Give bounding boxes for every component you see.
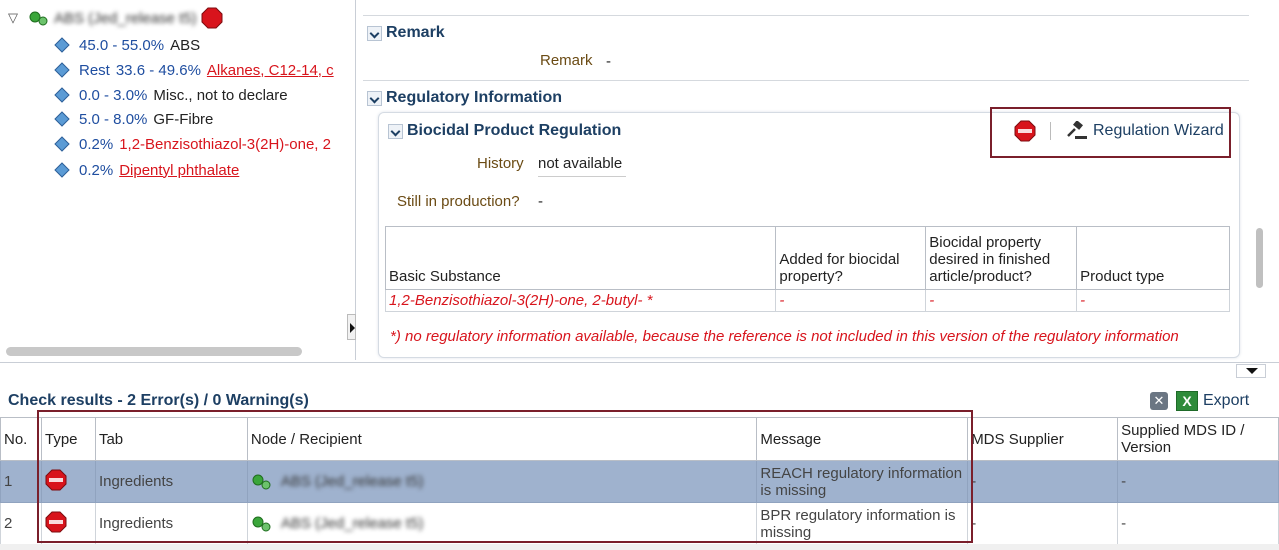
tree-item[interactable]: 0.2% 1,2-Benzisothiazol-3(2H)-one, 2: [54, 133, 331, 155]
supplied-id-cell: -: [1117, 502, 1279, 545]
production-value: -: [538, 193, 543, 210]
substance-diamond-icon: [54, 87, 70, 103]
export-button[interactable]: X Export: [1176, 391, 1249, 411]
chevron-down-icon[interactable]: [367, 25, 382, 41]
green-node-icon: [29, 11, 48, 26]
substance-diamond-icon: [54, 37, 70, 53]
highlight-box: [37, 410, 973, 543]
tree-expand-toggle[interactable]: ▽: [8, 10, 24, 26]
column-header[interactable]: No.: [0, 417, 42, 461]
chevron-down-icon[interactable]: [367, 90, 382, 106]
table-row[interactable]: 1,2-Benzisothiazol-3(2H)-one, 2-butyl- *…: [384, 289, 1230, 312]
tree-item-range: 33.6 - 49.6%: [115, 61, 201, 79]
remark-section-title: Remark: [386, 24, 445, 41]
remark-value: -: [606, 53, 611, 70]
substance-diamond-icon: [54, 162, 70, 178]
supplier-cell: -: [967, 460, 1119, 503]
history-value: not available: [538, 155, 626, 177]
tree-item-name-link[interactable]: Dipentyl phthalate: [119, 162, 239, 179]
tree-horizontal-scrollbar[interactable]: [6, 347, 302, 356]
table-cell: -: [775, 289, 927, 312]
bpr-header[interactable]: Biocidal Product Regulation: [388, 122, 621, 140]
tree-item-name: GF-Fibre: [153, 110, 214, 128]
table-cell: -: [1076, 289, 1230, 312]
check-results-title: Check results - 2 Error(s) / 0 Warning(s…: [8, 392, 309, 409]
tree-item-name: 1,2-Benzisothiazol-3(2H)-one, 2: [119, 135, 331, 153]
remark-label: Remark: [540, 52, 593, 69]
bpr-title: Biocidal Product Regulation: [407, 122, 622, 139]
tree-item-range: 45.0 - 55.0%: [79, 36, 165, 54]
column-header[interactable]: Basic Substance: [384, 226, 777, 290]
row-number: 1: [0, 460, 42, 503]
regulatory-section-header[interactable]: Regulatory Information: [367, 89, 562, 107]
supplier-cell: -: [967, 502, 1119, 545]
tree-item-name-link[interactable]: Alkanes, C12-14, c: [207, 62, 334, 79]
tree-root-label: ABS (Jed_release t5): [54, 9, 197, 27]
export-label: Export: [1203, 392, 1250, 409]
tree-item[interactable]: 0.0 - 3.0% Misc., not to declare: [54, 84, 288, 106]
panel-splitter-button[interactable]: [347, 314, 356, 340]
column-header[interactable]: Supplied MDS ID / Version: [1117, 417, 1279, 461]
tree-item-name: Misc., not to declare: [153, 86, 288, 104]
supplied-id-cell: -: [1117, 460, 1279, 503]
substance-diamond-icon: [54, 62, 70, 78]
divider: [363, 80, 1249, 81]
tree-item[interactable]: 0.2% Dipentyl phthalate: [54, 159, 239, 181]
panel-divider: [0, 362, 1279, 380]
substance-diamond-icon: [54, 111, 70, 127]
row-number: 2: [0, 502, 42, 545]
collapse-panel-button[interactable]: [1236, 364, 1266, 378]
production-label: Still in production?: [397, 193, 520, 210]
column-header[interactable]: MDS Supplier: [967, 417, 1119, 461]
column-header[interactable]: Product type: [1076, 226, 1230, 290]
basic-substance-table: Basic Substance Added for biocidal prope…: [384, 226, 1230, 312]
tree-item-range: 0.2%: [79, 135, 114, 153]
regulatory-section-title: Regulatory Information: [386, 89, 563, 106]
history-label: History: [477, 155, 524, 172]
composition-tree-panel: ▽ ABS (Jed_release t5) 45.0 - 55.0% ABS …: [0, 0, 356, 360]
results-horizontal-scrollbar[interactable]: [0, 544, 1279, 550]
highlight-box: [990, 107, 1231, 158]
column-header[interactable]: Added for biocidal property?: [775, 226, 927, 290]
remark-section-header[interactable]: Remark: [367, 24, 445, 42]
regulatory-footnote: *) no regulatory information available, …: [390, 328, 1179, 345]
stop-icon: [201, 7, 223, 29]
table-cell: -: [925, 289, 1078, 312]
tree-item-name: ABS: [170, 36, 201, 54]
toolbar: ✕ X Export: [1150, 391, 1249, 411]
tree-root-node[interactable]: ▽ ABS (Jed_release t5): [8, 7, 223, 29]
tree-item[interactable]: Rest 33.6 - 49.6% Alkanes, C12-14, c: [54, 59, 334, 81]
close-icon[interactable]: ✕: [1150, 392, 1168, 410]
substance-diamond-icon: [54, 136, 70, 152]
tree-item-range: 0.0 - 3.0%: [79, 86, 148, 104]
table-cell: 1,2-Benzisothiazol-3(2H)-one, 2-butyl- *: [384, 289, 777, 312]
chevron-down-icon[interactable]: [388, 123, 403, 139]
tree-item-range: 5.0 - 8.0%: [79, 110, 148, 128]
divider: [363, 15, 1249, 16]
tree-item-prefix: Rest: [79, 61, 110, 79]
vertical-scrollbar[interactable]: [1256, 228, 1263, 288]
tree-item[interactable]: 5.0 - 8.0% GF-Fibre: [54, 108, 213, 130]
excel-icon: X: [1176, 391, 1198, 411]
detail-panel: Remark Remark - Regulatory Information B…: [357, 0, 1279, 365]
tree-item[interactable]: 45.0 - 55.0% ABS: [54, 34, 200, 56]
tree-item-range: 0.2%: [79, 161, 114, 179]
column-header[interactable]: Biocidal property desired in finished ar…: [925, 226, 1078, 290]
